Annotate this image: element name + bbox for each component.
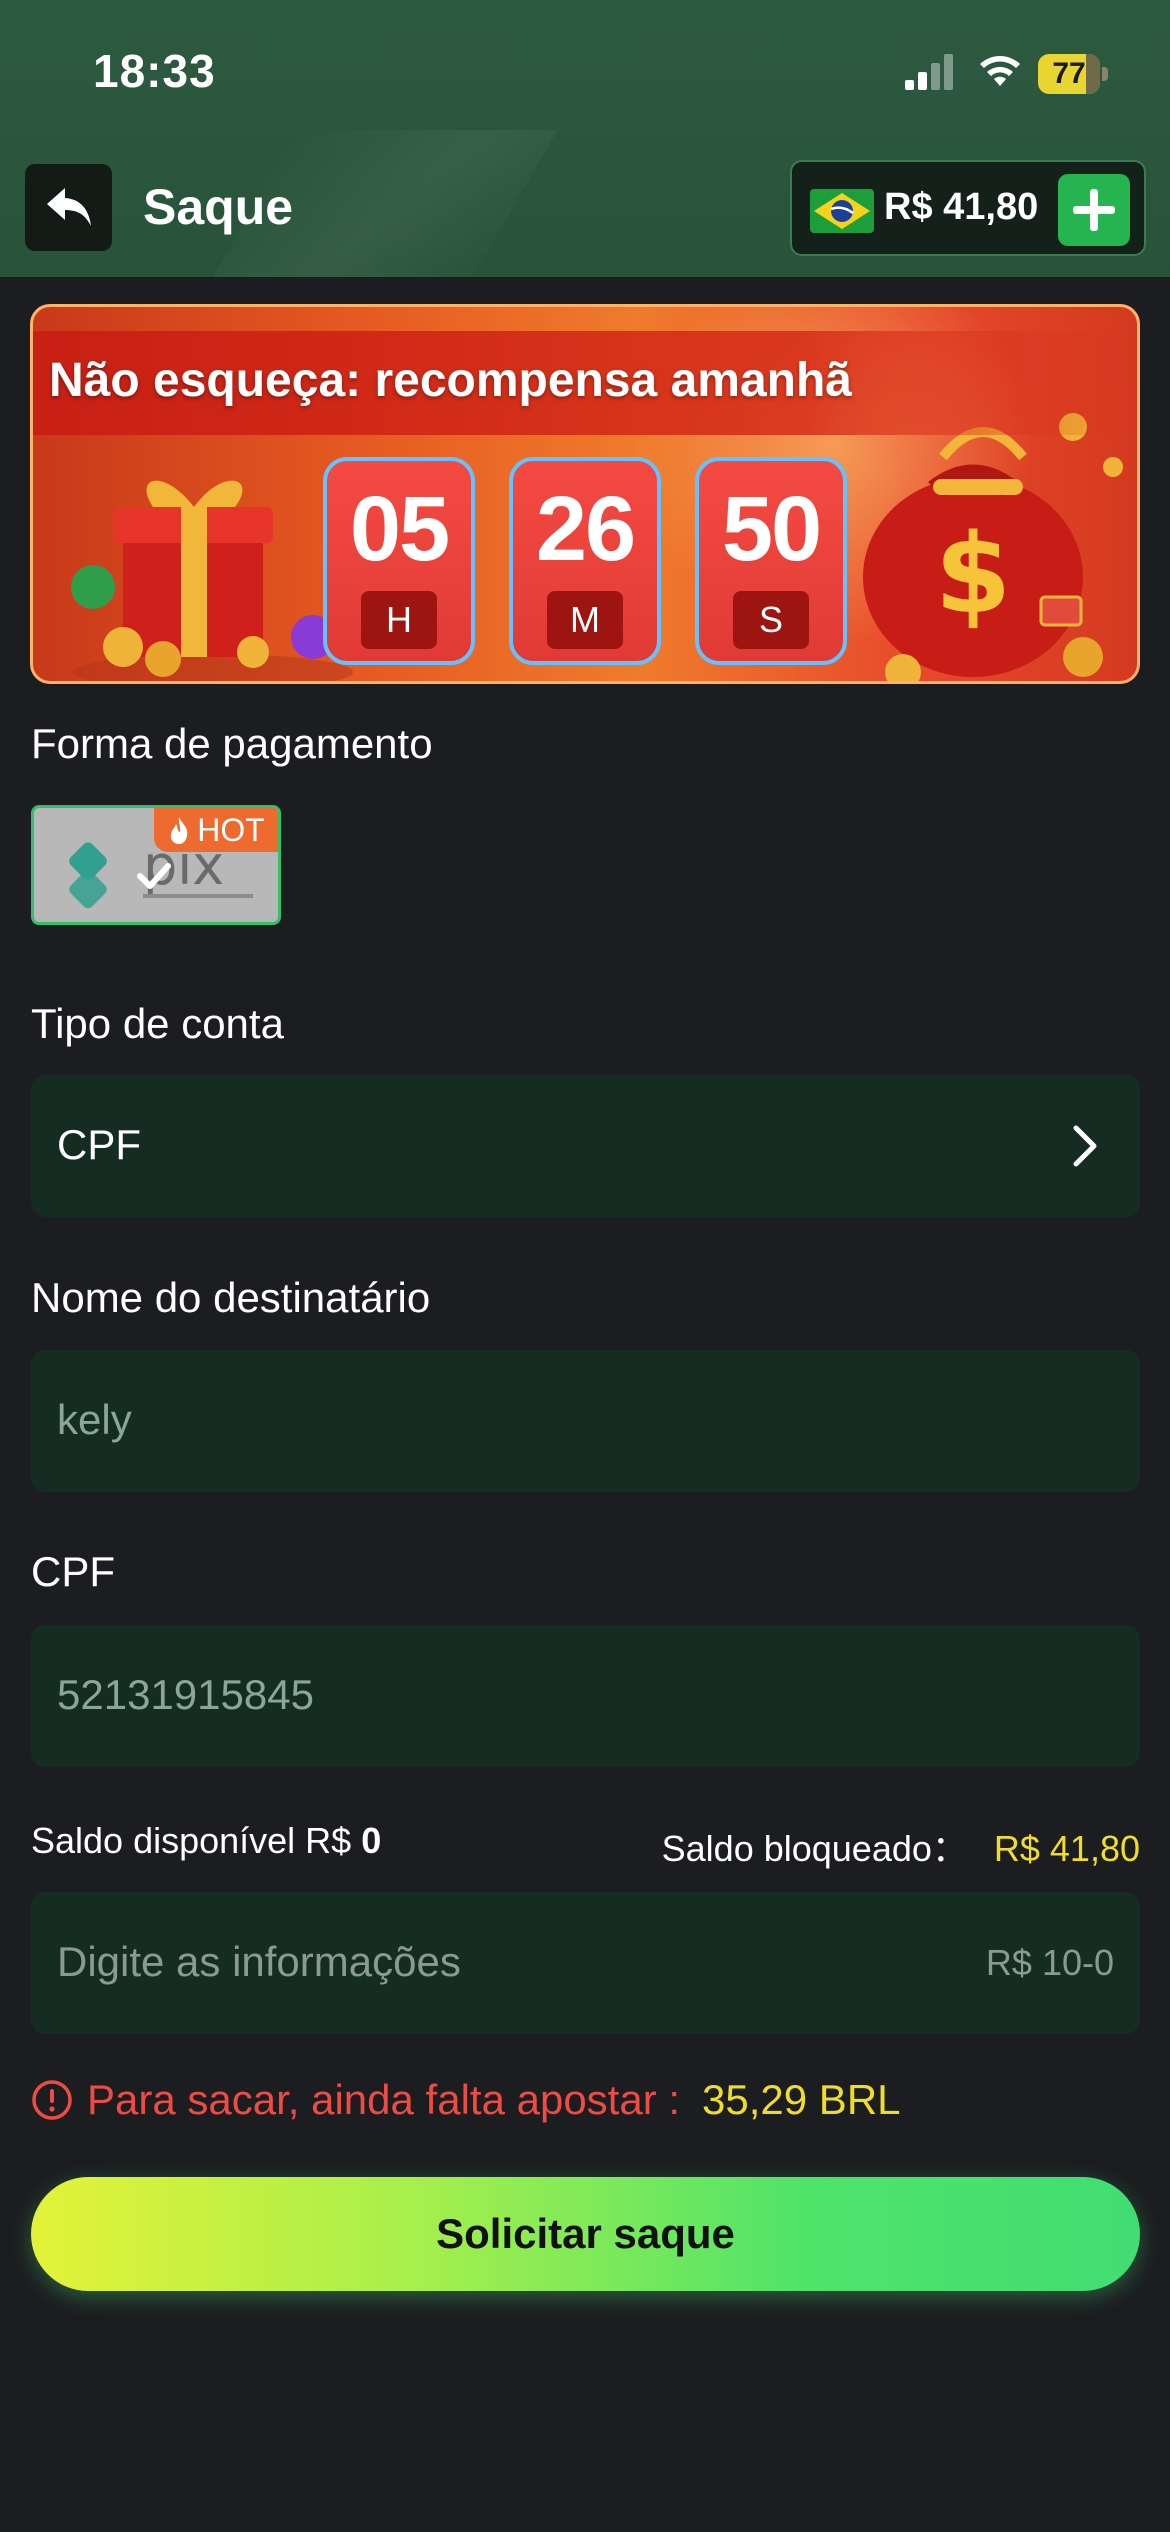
blocked-balance: Saldo bloqueado： R$ 41,80 — [662, 1820, 1140, 1872]
status-time: 18:33 — [93, 45, 216, 97]
balance-pill: R$ 41,80 — [790, 160, 1146, 256]
wager-warning: Para sacar, ainda falta apostar : 35,29 … — [31, 2070, 901, 2130]
timer-seconds-value: 50 — [721, 478, 822, 580]
reward-banner[interactable]: $ Não esqueça: recompensa amanhã 05 H 26… — [30, 304, 1140, 684]
account-type-select[interactable]: CPF — [31, 1075, 1140, 1217]
available-balance-label: Saldo disponível R$ — [31, 1820, 352, 1861]
battery-icon: 77 — [1038, 54, 1108, 94]
cpf-input[interactable]: 52131915845 — [31, 1625, 1140, 1767]
account-type-label: Tipo de conta — [31, 1000, 284, 1047]
amount-range: R$ 10-0 — [985, 1942, 1114, 1983]
warning-text: Para sacar, ainda falta apostar : — [87, 2076, 681, 2123]
balance-amount: R$ 41,80 — [884, 186, 1039, 228]
request-withdrawal-button[interactable]: Solicitar saque — [31, 2177, 1140, 2291]
recipient-name-input[interactable]: kely — [31, 1350, 1140, 1492]
brazil-flag-icon — [810, 189, 874, 233]
page-title: Saque — [143, 179, 294, 235]
hot-badge: HOT — [154, 808, 278, 852]
signal-icon — [905, 54, 953, 90]
timer-hours-unit: H — [361, 591, 437, 649]
recipient-name-label: Nome do destinatário — [31, 1274, 431, 1321]
flame-icon — [171, 817, 188, 844]
blocked-balance-label: Saldo bloqueado： — [661, 1828, 968, 1869]
payment-method-label: Forma de pagamento — [31, 720, 433, 767]
account-type-value: CPF — [57, 1121, 141, 1168]
battery-level: 77 — [1052, 57, 1086, 90]
top-header: 18:33 77 Saque R$ 41,80 — [0, 0, 1170, 277]
timer-seconds-unit: S — [733, 591, 809, 649]
check-icon — [137, 863, 171, 889]
alert-circle-icon — [32, 2080, 72, 2120]
recipient-name-value: kely — [57, 1396, 132, 1443]
payment-option-pix[interactable]: pix HOT — [31, 805, 281, 925]
chevron-right-icon — [1073, 1125, 1097, 1167]
amount-input[interactable]: Digite as informações R$ 10-0 — [31, 1892, 1140, 2034]
available-balance: Saldo disponível R$ 0 — [31, 1820, 381, 1862]
timer-minutes: 26 M — [509, 457, 661, 665]
gift-box-icon — [71, 480, 353, 681]
amount-placeholder: Digite as informações — [57, 1938, 461, 1985]
wifi-icon — [980, 56, 1020, 86]
add-balance-button[interactable] — [1058, 174, 1130, 246]
banner-title: Não esqueça: recompensa amanhã — [49, 354, 852, 407]
back-button[interactable] — [25, 164, 112, 251]
timer-hours-value: 05 — [349, 478, 450, 580]
timer-minutes-value: 26 — [535, 478, 636, 580]
svg-text:$: $ — [935, 510, 1012, 638]
timer-seconds: 50 S — [695, 457, 847, 665]
hot-badge-text: HOT — [197, 811, 265, 848]
timer-minutes-unit: M — [547, 591, 623, 649]
balance-info-row: Saldo disponível R$ 0 Saldo bloqueado： R$… — [31, 1820, 1140, 1870]
available-balance-value: 0 — [361, 1820, 382, 1861]
back-arrow-icon — [46, 187, 91, 226]
cpf-value: 52131915845 — [57, 1671, 314, 1718]
plus-icon — [1073, 189, 1115, 231]
timer-hours: 05 H — [323, 457, 475, 665]
cpf-label: CPF — [31, 1548, 115, 1595]
blocked-balance-value: R$ 41,80 — [993, 1828, 1140, 1869]
warning-amount: 35,29 BRL — [702, 2076, 901, 2123]
